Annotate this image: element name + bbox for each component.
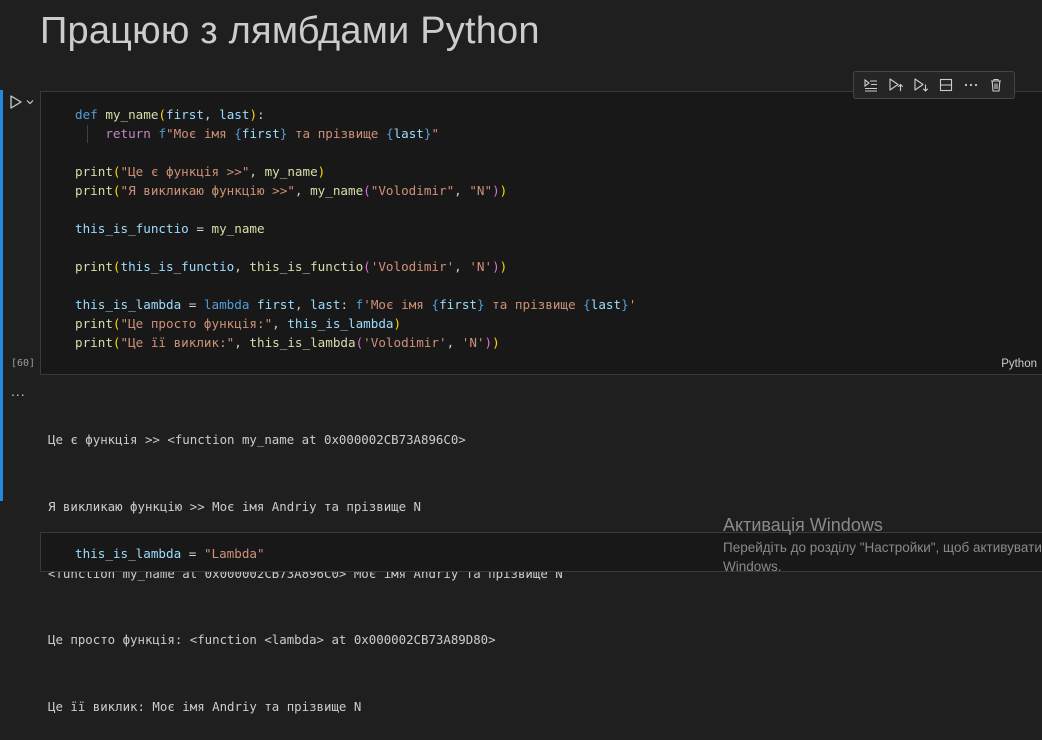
cell-focus-indicator [0,90,3,501]
code-content-2[interactable]: this_is_lambda = "Lambda" [75,544,265,563]
output-line: Це просто функція: <function <lambda> at… [48,632,496,648]
chevron-down-icon[interactable] [25,97,35,107]
cell-language-label[interactable]: Python [1001,358,1037,370]
execute-above-button[interactable] [883,74,908,96]
split-cell-icon [939,78,952,92]
code-line: return f"Моє імя {first} та прізвище {la… [105,126,440,141]
execution-count: [60] [11,358,36,369]
code-line: this_is_lambda = lambda first, last: f'М… [75,297,637,312]
delete-cell-button[interactable] [983,74,1008,96]
code-line: print("Я викликаю функцію >>", my_name("… [75,183,508,198]
output-line: Це її виклик: Моє імя Andriy та прізвище… [48,698,362,714]
code-line: print(this_is_functio, this_is_functio('… [75,259,508,274]
code-content[interactable]: def my_name(first, last): return f"Моє і… [75,105,636,352]
watermark-subtitle: Перейдіть до розділу "Настройки", щоб ак… [723,540,1042,574]
code-cell-editor[interactable]: def my_name(first, last): return f"Моє і… [40,91,1042,375]
more-icon [964,83,977,87]
code-line: print("Це є функція >>", my_name) [75,164,326,179]
output-line: Я викликаю функцію >> Моє імя Andriy та … [48,499,421,515]
output-line: Це є функція >> <function my_name at 0x0… [48,432,466,448]
windows-activation-watermark: Активація Windows Перейдіть до розділу "… [723,514,1042,576]
run-cell-button[interactable] [9,92,39,112]
run-icon [10,95,22,109]
execute-above-icon [888,78,903,91]
code-line: print("Це її виклик:", this_is_lambda('V… [75,335,500,350]
code-line: def my_name(first, last): [75,107,265,122]
cell-toolbar [853,71,1015,99]
trash-icon [990,78,1001,92]
code-line: this_is_functio = my_name [75,221,265,236]
execute-below-icon [913,78,928,92]
output-more-icon[interactable]: ... [11,383,26,399]
markdown-title: Працюю з лямбдами Python [40,10,540,52]
run-by-line-icon [863,78,877,92]
more-actions-button[interactable] [958,74,983,96]
watermark-title: Активація Windows [723,515,883,535]
split-cell-button[interactable] [933,74,958,96]
code-line: print("Це просто функція:", this_is_lamb… [75,316,402,331]
run-by-line-button[interactable] [858,74,883,96]
execute-below-button[interactable] [908,74,933,96]
